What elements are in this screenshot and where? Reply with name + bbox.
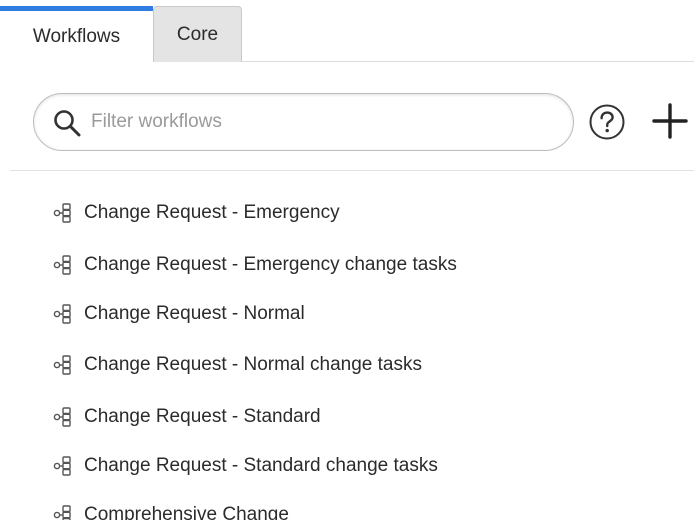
workflow-item-label: Change Request - Standard (84, 406, 321, 427)
workflow-item[interactable]: Change Request - Standard change tasks (50, 451, 438, 481)
workflow-icon (53, 355, 71, 375)
search-field[interactable] (33, 93, 574, 151)
plus-icon[interactable] (651, 102, 689, 140)
workflow-item[interactable]: Change Request - Emergency (50, 198, 340, 228)
workflow-item[interactable]: Change Request - Standard (50, 402, 321, 432)
workflow-item-label: Change Request - Emergency change tasks (84, 254, 457, 275)
workflow-icon (53, 255, 71, 275)
workflow-icon (53, 407, 71, 427)
tab-workflows-label: Workflows (32, 25, 121, 47)
search-input[interactable] (91, 106, 551, 138)
tab-core-label: Core (176, 23, 219, 45)
workflow-icon (53, 203, 71, 223)
workflow-item[interactable]: Comprehensive Change (50, 500, 289, 520)
workflow-icon (53, 456, 71, 476)
workflow-item[interactable]: Change Request - Normal change tasks (50, 350, 422, 380)
help-circle-icon[interactable] (588, 103, 626, 141)
workflow-item[interactable]: Change Request - Normal (50, 299, 305, 329)
workflow-list: Change Request - Emergency Change Reques… (0, 0, 694, 520)
workflow-item-label: Change Request - Normal (84, 303, 305, 324)
workflow-item-label: Change Request - Emergency (84, 202, 340, 223)
divider (10, 170, 694, 171)
workflow-item[interactable]: Change Request - Emergency change tasks (50, 250, 457, 280)
workflow-item-label: Change Request - Standard change tasks (84, 455, 438, 476)
workflow-item-label: Comprehensive Change (84, 504, 289, 520)
search-icon (54, 110, 81, 137)
workflow-icon (53, 505, 71, 520)
tab-workflows[interactable]: Workflows (0, 6, 153, 62)
tab-bar-underline (242, 61, 694, 62)
tab-bar: Workflows Core (0, 0, 694, 62)
tab-core[interactable]: Core (153, 6, 242, 62)
workflow-panel: Workflows Core Cha (0, 0, 694, 520)
workflow-item-label: Change Request - Normal change tasks (84, 354, 422, 375)
workflow-icon (53, 304, 71, 324)
